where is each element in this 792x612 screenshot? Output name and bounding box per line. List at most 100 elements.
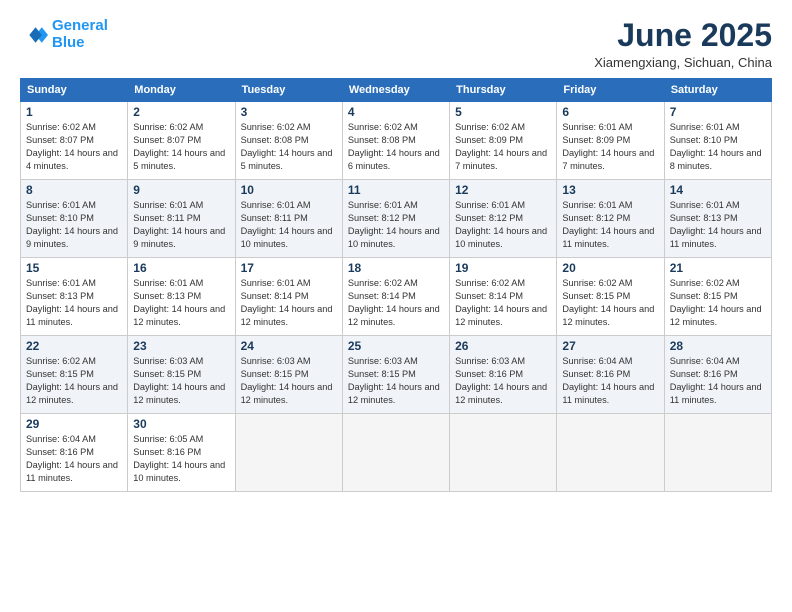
day-number: 15 (26, 261, 122, 275)
day-info: Sunrise: 6:02 AMSunset: 8:08 PMDaylight:… (348, 121, 444, 173)
day-number: 19 (455, 261, 551, 275)
table-row: 15 Sunrise: 6:01 AMSunset: 8:13 PMDaylig… (21, 258, 128, 336)
day-info: Sunrise: 6:04 AMSunset: 8:16 PMDaylight:… (26, 433, 122, 485)
table-row: 27 Sunrise: 6:04 AMSunset: 8:16 PMDaylig… (557, 336, 664, 414)
table-row: 20 Sunrise: 6:02 AMSunset: 8:15 PMDaylig… (557, 258, 664, 336)
table-row: 22 Sunrise: 6:02 AMSunset: 8:15 PMDaylig… (21, 336, 128, 414)
table-row (235, 414, 342, 492)
day-info: Sunrise: 6:02 AMSunset: 8:15 PMDaylight:… (26, 355, 122, 407)
day-info: Sunrise: 6:04 AMSunset: 8:16 PMDaylight:… (670, 355, 766, 407)
table-row: 24 Sunrise: 6:03 AMSunset: 8:15 PMDaylig… (235, 336, 342, 414)
day-info: Sunrise: 6:01 AMSunset: 8:13 PMDaylight:… (133, 277, 229, 329)
table-row: 30 Sunrise: 6:05 AMSunset: 8:16 PMDaylig… (128, 414, 235, 492)
day-info: Sunrise: 6:02 AMSunset: 8:14 PMDaylight:… (348, 277, 444, 329)
col-sunday: Sunday (21, 79, 128, 102)
day-info: Sunrise: 6:01 AMSunset: 8:12 PMDaylight:… (348, 199, 444, 251)
day-info: Sunrise: 6:01 AMSunset: 8:12 PMDaylight:… (562, 199, 658, 251)
day-number: 9 (133, 183, 229, 197)
day-number: 8 (26, 183, 122, 197)
calendar-subtitle: Xiamengxiang, Sichuan, China (594, 55, 772, 70)
day-info: Sunrise: 6:05 AMSunset: 8:16 PMDaylight:… (133, 433, 229, 485)
day-number: 22 (26, 339, 122, 353)
day-info: Sunrise: 6:01 AMSunset: 8:11 PMDaylight:… (241, 199, 337, 251)
table-row: 2 Sunrise: 6:02 AMSunset: 8:07 PMDayligh… (128, 102, 235, 180)
table-row: 21 Sunrise: 6:02 AMSunset: 8:15 PMDaylig… (664, 258, 771, 336)
day-number: 18 (348, 261, 444, 275)
table-row: 19 Sunrise: 6:02 AMSunset: 8:14 PMDaylig… (450, 258, 557, 336)
table-row: 6 Sunrise: 6:01 AMSunset: 8:09 PMDayligh… (557, 102, 664, 180)
col-tuesday: Tuesday (235, 79, 342, 102)
table-row: 14 Sunrise: 6:01 AMSunset: 8:13 PMDaylig… (664, 180, 771, 258)
day-number: 6 (562, 105, 658, 119)
day-info: Sunrise: 6:03 AMSunset: 8:15 PMDaylight:… (133, 355, 229, 407)
title-block: June 2025 Xiamengxiang, Sichuan, China (594, 18, 772, 70)
day-info: Sunrise: 6:01 AMSunset: 8:14 PMDaylight:… (241, 277, 337, 329)
day-info: Sunrise: 6:02 AMSunset: 8:08 PMDaylight:… (241, 121, 337, 173)
logo: General Blue (20, 18, 108, 51)
day-info: Sunrise: 6:02 AMSunset: 8:07 PMDaylight:… (26, 121, 122, 173)
day-number: 3 (241, 105, 337, 119)
day-number: 16 (133, 261, 229, 275)
table-row: 4 Sunrise: 6:02 AMSunset: 8:08 PMDayligh… (342, 102, 449, 180)
col-wednesday: Wednesday (342, 79, 449, 102)
table-row: 17 Sunrise: 6:01 AMSunset: 8:14 PMDaylig… (235, 258, 342, 336)
logo-line1: General (52, 17, 108, 34)
col-friday: Friday (557, 79, 664, 102)
logo-icon (20, 21, 48, 49)
day-number: 11 (348, 183, 444, 197)
logo-line2: Blue (52, 34, 85, 51)
table-row: 13 Sunrise: 6:01 AMSunset: 8:12 PMDaylig… (557, 180, 664, 258)
day-info: Sunrise: 6:02 AMSunset: 8:15 PMDaylight:… (562, 277, 658, 329)
table-row: 12 Sunrise: 6:01 AMSunset: 8:12 PMDaylig… (450, 180, 557, 258)
day-number: 23 (133, 339, 229, 353)
day-number: 26 (455, 339, 551, 353)
calendar-table: Sunday Monday Tuesday Wednesday Thursday… (20, 78, 772, 492)
day-number: 29 (26, 417, 122, 431)
table-row (342, 414, 449, 492)
day-info: Sunrise: 6:01 AMSunset: 8:12 PMDaylight:… (455, 199, 551, 251)
calendar-header-row: Sunday Monday Tuesday Wednesday Thursday… (21, 79, 772, 102)
table-row: 23 Sunrise: 6:03 AMSunset: 8:15 PMDaylig… (128, 336, 235, 414)
day-info: Sunrise: 6:02 AMSunset: 8:09 PMDaylight:… (455, 121, 551, 173)
day-info: Sunrise: 6:01 AMSunset: 8:10 PMDaylight:… (670, 121, 766, 173)
day-number: 25 (348, 339, 444, 353)
day-info: Sunrise: 6:04 AMSunset: 8:16 PMDaylight:… (562, 355, 658, 407)
day-number: 12 (455, 183, 551, 197)
day-info: Sunrise: 6:01 AMSunset: 8:09 PMDaylight:… (562, 121, 658, 173)
table-row: 26 Sunrise: 6:03 AMSunset: 8:16 PMDaylig… (450, 336, 557, 414)
day-info: Sunrise: 6:01 AMSunset: 8:11 PMDaylight:… (133, 199, 229, 251)
table-row: 3 Sunrise: 6:02 AMSunset: 8:08 PMDayligh… (235, 102, 342, 180)
day-number: 10 (241, 183, 337, 197)
table-row (450, 414, 557, 492)
day-number: 2 (133, 105, 229, 119)
table-row: 25 Sunrise: 6:03 AMSunset: 8:15 PMDaylig… (342, 336, 449, 414)
day-number: 24 (241, 339, 337, 353)
page: General Blue June 2025 Xiamengxiang, Sic… (0, 0, 792, 612)
day-number: 30 (133, 417, 229, 431)
day-number: 27 (562, 339, 658, 353)
day-number: 21 (670, 261, 766, 275)
table-row: 28 Sunrise: 6:04 AMSunset: 8:16 PMDaylig… (664, 336, 771, 414)
col-saturday: Saturday (664, 79, 771, 102)
day-number: 1 (26, 105, 122, 119)
day-info: Sunrise: 6:02 AMSunset: 8:14 PMDaylight:… (455, 277, 551, 329)
table-row: 16 Sunrise: 6:01 AMSunset: 8:13 PMDaylig… (128, 258, 235, 336)
day-info: Sunrise: 6:03 AMSunset: 8:15 PMDaylight:… (241, 355, 337, 407)
table-row: 10 Sunrise: 6:01 AMSunset: 8:11 PMDaylig… (235, 180, 342, 258)
table-row: 5 Sunrise: 6:02 AMSunset: 8:09 PMDayligh… (450, 102, 557, 180)
day-number: 5 (455, 105, 551, 119)
table-row (557, 414, 664, 492)
logo-text: General Blue (52, 18, 108, 51)
table-row: 7 Sunrise: 6:01 AMSunset: 8:10 PMDayligh… (664, 102, 771, 180)
day-info: Sunrise: 6:02 AMSunset: 8:15 PMDaylight:… (670, 277, 766, 329)
day-info: Sunrise: 6:03 AMSunset: 8:15 PMDaylight:… (348, 355, 444, 407)
col-thursday: Thursday (450, 79, 557, 102)
day-number: 14 (670, 183, 766, 197)
col-monday: Monday (128, 79, 235, 102)
table-row: 29 Sunrise: 6:04 AMSunset: 8:16 PMDaylig… (21, 414, 128, 492)
day-info: Sunrise: 6:01 AMSunset: 8:13 PMDaylight:… (26, 277, 122, 329)
calendar-title: June 2025 (594, 18, 772, 53)
day-info: Sunrise: 6:02 AMSunset: 8:07 PMDaylight:… (133, 121, 229, 173)
day-number: 7 (670, 105, 766, 119)
header: General Blue June 2025 Xiamengxiang, Sic… (20, 18, 772, 70)
